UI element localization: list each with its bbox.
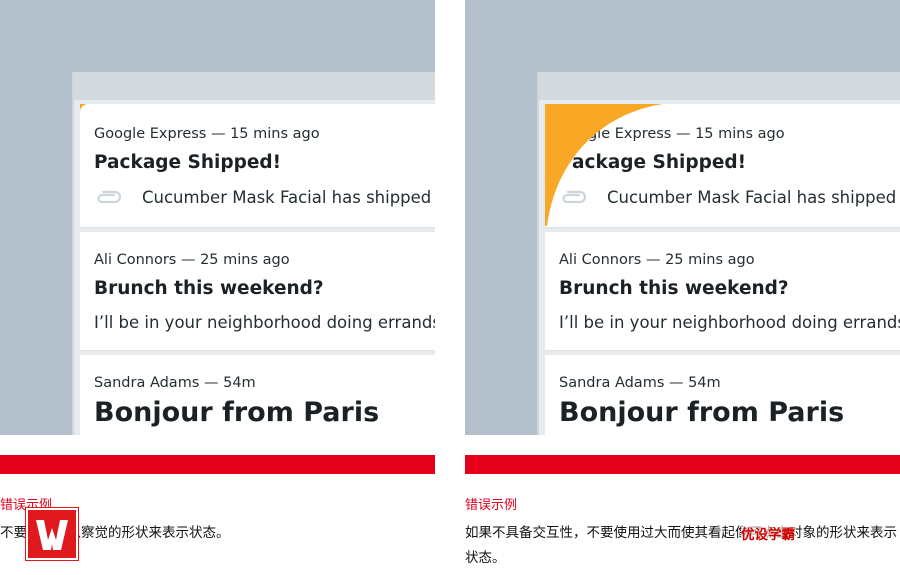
app-bar [539,72,900,100]
email-meta: Sandra Adams — 54m [559,375,721,391]
email-meta: Sandra Adams — 54m [94,375,256,391]
example-description: 如果不具备交互性，不要使用过大而使其看起像可点击对象的形状来表示状态。 [465,525,897,566]
state-corner-indicator [545,104,663,226]
email-card[interactable]: Google Express — 15 mins ago Package Shi… [545,104,900,227]
email-list-frame: Google Express — 15 mins ago Package Shi… [537,72,900,435]
watermark-logo [26,508,78,560]
email-subject: Brunch this weekend? [94,278,324,299]
email-meta: Ali Connors — 25 mins ago [94,252,290,268]
logo-w-icon [36,520,68,550]
paperclip-icon [97,190,122,204]
email-preview: Cucumber Mask Facial has shipped [142,188,432,207]
email-subject: Bonjour from Paris [94,397,380,428]
email-card[interactable]: Sandra Adams — 54m Bonjour from Paris [80,355,435,435]
dont-indicator-bar [0,455,435,474]
email-meta: Google Express — 15 mins ago [94,126,320,142]
email-list-frame: Google Express — 15 mins ago Package Shi… [72,72,435,435]
email-card[interactable]: Sandra Adams — 54m Bonjour from Paris [545,355,900,435]
email-card[interactable]: Ali Connors — 25 mins ago Brunch this we… [80,232,435,350]
email-list-scene: Google Express — 15 mins ago Package Shi… [465,0,900,435]
example-label: 错误示例 [465,498,518,513]
email-preview: I’ll be in your neighborhood doing erran… [94,313,435,332]
example-panel-left: Google Express — 15 mins ago Package Shi… [0,0,435,575]
email-subject: Package Shipped! [94,152,282,173]
email-card[interactable]: Ali Connors — 25 mins ago Brunch this we… [545,232,900,350]
email-subject: Bonjour from Paris [559,397,845,428]
example-panel-right: Google Express — 15 mins ago Package Shi… [465,0,900,575]
state-corner-indicator [80,104,88,112]
dont-indicator-bar [465,455,900,474]
email-subject: Brunch this weekend? [559,278,789,299]
app-bar [74,72,435,100]
watermark-text: 优设学霸 [741,523,795,543]
email-preview: I’ll be in your neighborhood doing erran… [559,313,900,332]
email-card[interactable]: Google Express — 15 mins ago Package Shi… [80,104,435,227]
email-meta: Ali Connors — 25 mins ago [559,252,755,268]
email-list-scene: Google Express — 15 mins ago Package Shi… [0,0,435,435]
